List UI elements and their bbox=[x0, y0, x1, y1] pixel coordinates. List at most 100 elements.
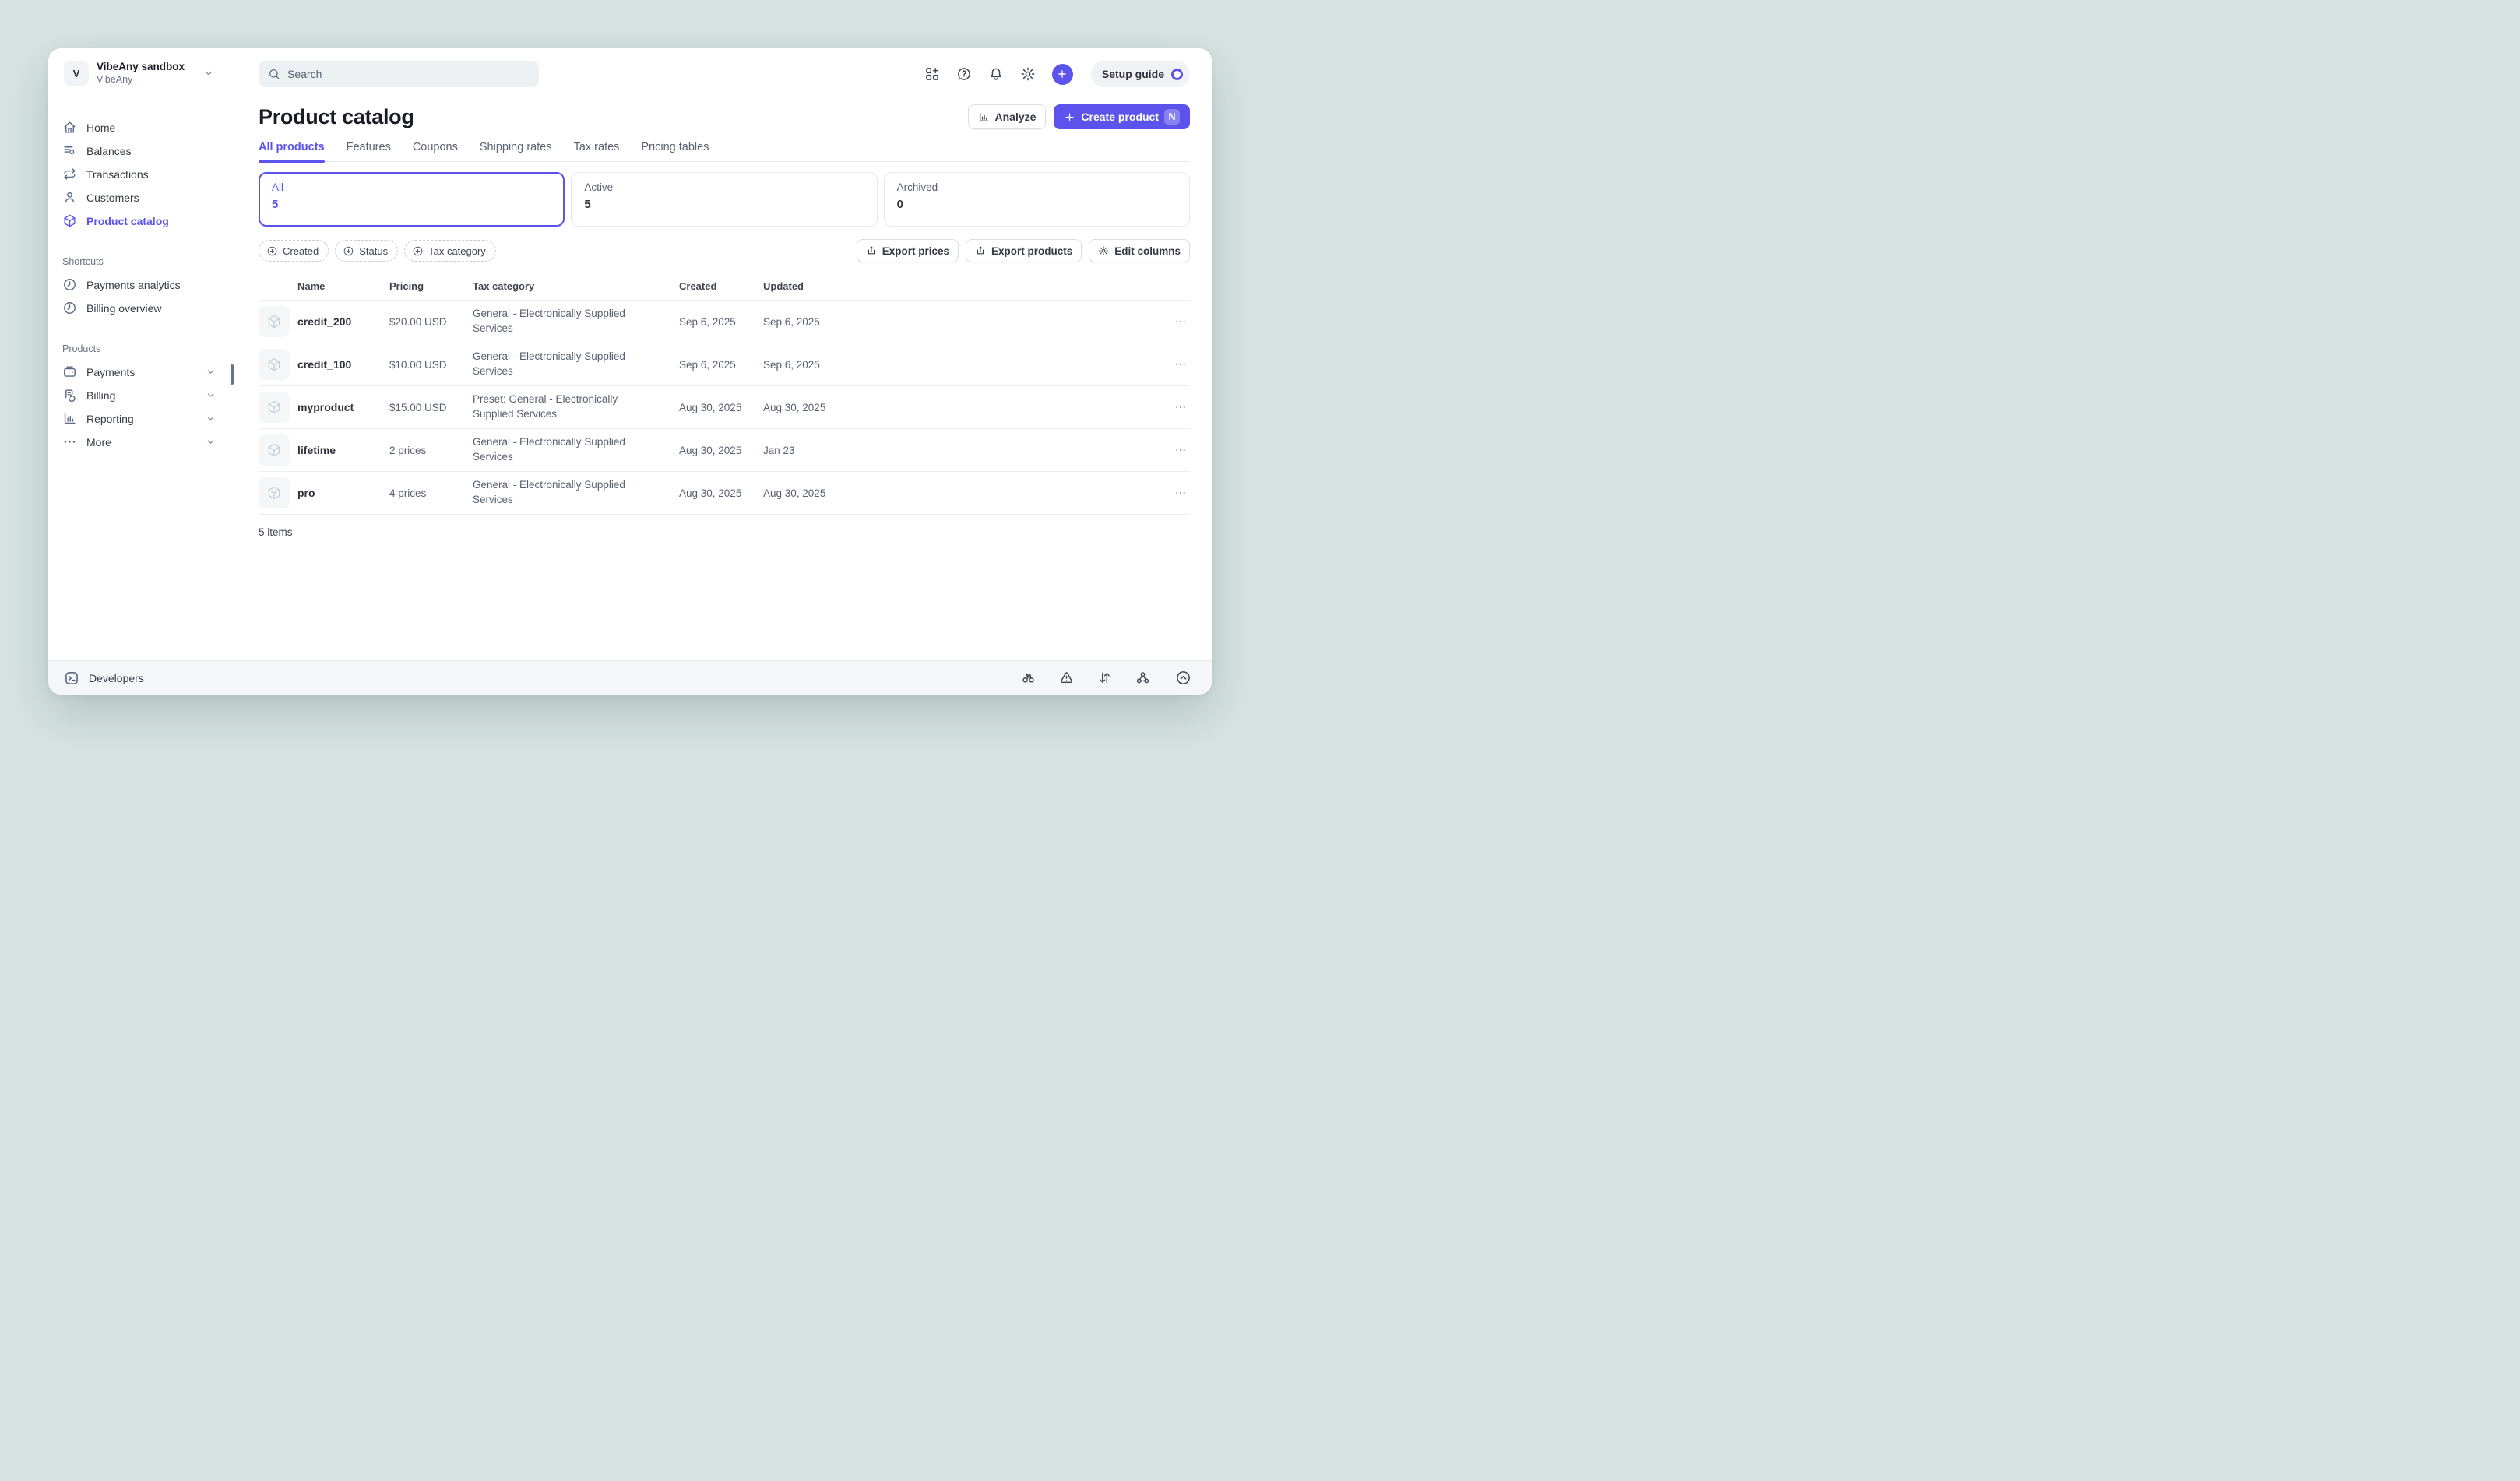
sidebar-item-label: Billing bbox=[86, 389, 115, 402]
row-overflow-menu-icon[interactable] bbox=[1156, 315, 1190, 328]
notifications-bell-icon[interactable] bbox=[988, 66, 1004, 82]
terminal-icon bbox=[64, 670, 79, 686]
collapse-panel-icon[interactable] bbox=[1175, 670, 1191, 686]
api-traffic-arrows-icon[interactable] bbox=[1097, 670, 1112, 685]
create-product-button[interactable]: Create product N bbox=[1054, 104, 1190, 129]
org-switcher[interactable]: V VibeAny sandbox VibeAny bbox=[62, 58, 216, 90]
filter-chip-status[interactable]: Status bbox=[335, 240, 398, 262]
clock-icon bbox=[62, 301, 77, 315]
quick-create-button[interactable] bbox=[1052, 64, 1073, 85]
product-package-icon bbox=[259, 349, 290, 380]
sidebar-item-payments[interactable]: Payments bbox=[62, 361, 216, 384]
invoice-icon bbox=[62, 388, 77, 403]
analyze-button[interactable]: Analyze bbox=[968, 104, 1047, 129]
product-name: pro bbox=[297, 487, 389, 499]
tab-coupons[interactable]: Coupons bbox=[413, 141, 458, 161]
scrollbar-thumb[interactable] bbox=[231, 364, 234, 385]
product-updated: Sep 6, 2025 bbox=[763, 359, 1156, 371]
transactions-icon bbox=[62, 167, 77, 181]
progress-ring-icon bbox=[1171, 69, 1183, 80]
filter-chip-tax-category[interactable]: Tax category bbox=[404, 240, 496, 262]
table-row[interactable]: credit_200 $20.00 USD General - Electron… bbox=[259, 301, 1190, 343]
developers-button[interactable]: Developers bbox=[64, 670, 144, 686]
edit-columns-button[interactable]: Edit columns bbox=[1089, 239, 1190, 262]
main-content: Setup guide Product catalog Analyze bbox=[227, 48, 1212, 660]
row-overflow-menu-icon[interactable] bbox=[1156, 444, 1190, 456]
product-pricing: 4 prices bbox=[389, 487, 473, 499]
wallet-icon bbox=[62, 364, 77, 379]
column-header-tax-category[interactable]: Tax category bbox=[473, 280, 679, 292]
bar-chart-icon bbox=[62, 411, 77, 426]
product-updated: Aug 30, 2025 bbox=[763, 402, 1156, 413]
search-input[interactable] bbox=[287, 68, 530, 80]
filter-chip-created[interactable]: Created bbox=[259, 240, 329, 262]
sidebar-section-products: Products bbox=[62, 343, 216, 354]
sidebar-item-more[interactable]: More bbox=[62, 431, 216, 454]
help-icon[interactable] bbox=[956, 66, 972, 82]
sidebar-item-label: Balances bbox=[86, 145, 132, 157]
keyboard-shortcut-badge: N bbox=[1164, 109, 1180, 125]
tab-all-products[interactable]: All products bbox=[259, 141, 325, 161]
filter-card-active[interactable]: Active 5 bbox=[571, 172, 877, 227]
sidebar-item-product-catalog[interactable]: Product catalog bbox=[62, 209, 216, 233]
sidebar-item-label: Product catalog bbox=[86, 215, 169, 227]
sidebar-item-reporting[interactable]: Reporting bbox=[62, 407, 216, 431]
filter-card-archived[interactable]: Archived 0 bbox=[884, 172, 1190, 227]
products-table: Name Pricing Tax category Created Update… bbox=[259, 272, 1190, 538]
column-header-created[interactable]: Created bbox=[679, 280, 763, 292]
chevron-down-icon bbox=[206, 367, 216, 377]
row-overflow-menu-icon[interactable] bbox=[1156, 401, 1190, 413]
column-header-pricing[interactable]: Pricing bbox=[389, 280, 473, 292]
setup-guide-button[interactable]: Setup guide bbox=[1091, 61, 1190, 87]
tab-bar: All products Features Coupons Shipping r… bbox=[259, 141, 1190, 162]
product-package-icon bbox=[259, 306, 290, 337]
org-name: VibeAny sandbox bbox=[97, 61, 185, 74]
sidebar-item-label: Customers bbox=[86, 192, 139, 204]
alerts-warning-icon[interactable] bbox=[1059, 670, 1074, 685]
sidebar-item-billing[interactable]: Billing bbox=[62, 384, 216, 407]
table-row[interactable]: credit_100 $10.00 USD General - Electron… bbox=[259, 343, 1190, 386]
tab-features[interactable]: Features bbox=[347, 141, 391, 161]
app-window: V VibeAny sandbox VibeAny Home bbox=[48, 48, 1212, 695]
search-icon bbox=[268, 68, 280, 80]
sidebar-item-label: Home bbox=[86, 121, 115, 134]
sidebar-item-transactions[interactable]: Transactions bbox=[62, 163, 216, 186]
tab-pricing-tables[interactable]: Pricing tables bbox=[641, 141, 709, 161]
product-tax-category: General - Electronically Supplied Servic… bbox=[473, 435, 679, 465]
search-bar[interactable] bbox=[259, 61, 539, 87]
footer-bar: Developers bbox=[48, 660, 1212, 695]
table-row[interactable]: lifetime 2 prices General - Electronical… bbox=[259, 429, 1190, 472]
gear-icon bbox=[1098, 245, 1109, 256]
filter-card-all[interactable]: All 5 bbox=[259, 172, 565, 227]
webhooks-icon[interactable] bbox=[1135, 670, 1150, 685]
product-created: Aug 30, 2025 bbox=[679, 445, 763, 456]
sidebar-item-payments-analytics[interactable]: Payments analytics bbox=[62, 273, 216, 297]
product-name: credit_200 bbox=[297, 315, 389, 328]
column-header-name[interactable]: Name bbox=[297, 280, 389, 292]
apps-grid-icon[interactable] bbox=[924, 66, 940, 82]
product-created: Sep 6, 2025 bbox=[679, 316, 763, 328]
product-updated: Aug 30, 2025 bbox=[763, 487, 1156, 499]
column-header-updated[interactable]: Updated bbox=[763, 280, 1156, 292]
search-docs-binoculars-icon[interactable] bbox=[1021, 670, 1036, 685]
sidebar-item-customers[interactable]: Customers bbox=[62, 186, 216, 209]
clock-icon bbox=[62, 277, 77, 292]
sidebar-item-balances[interactable]: Balances bbox=[62, 139, 216, 163]
analyze-chart-icon bbox=[978, 111, 990, 123]
row-overflow-menu-icon[interactable] bbox=[1156, 358, 1190, 371]
circled-plus-icon bbox=[412, 245, 424, 257]
settings-gear-icon[interactable] bbox=[1020, 66, 1036, 82]
table-row[interactable]: myproduct $15.00 USD Preset: General - E… bbox=[259, 386, 1190, 429]
product-tax-category: General - Electronically Supplied Servic… bbox=[473, 307, 679, 336]
table-row[interactable]: pro 4 prices General - Electronically Su… bbox=[259, 472, 1190, 515]
row-overflow-menu-icon[interactable] bbox=[1156, 487, 1190, 499]
chevron-down-icon bbox=[206, 390, 216, 400]
export-prices-button[interactable]: Export prices bbox=[857, 239, 959, 262]
tab-tax-rates[interactable]: Tax rates bbox=[574, 141, 620, 161]
tab-shipping-rates[interactable]: Shipping rates bbox=[480, 141, 552, 161]
product-created: Aug 30, 2025 bbox=[679, 402, 763, 413]
product-name: myproduct bbox=[297, 401, 389, 413]
sidebar-item-billing-overview[interactable]: Billing overview bbox=[62, 297, 216, 320]
sidebar-item-home[interactable]: Home bbox=[62, 116, 216, 139]
export-products-button[interactable]: Export products bbox=[966, 239, 1082, 262]
